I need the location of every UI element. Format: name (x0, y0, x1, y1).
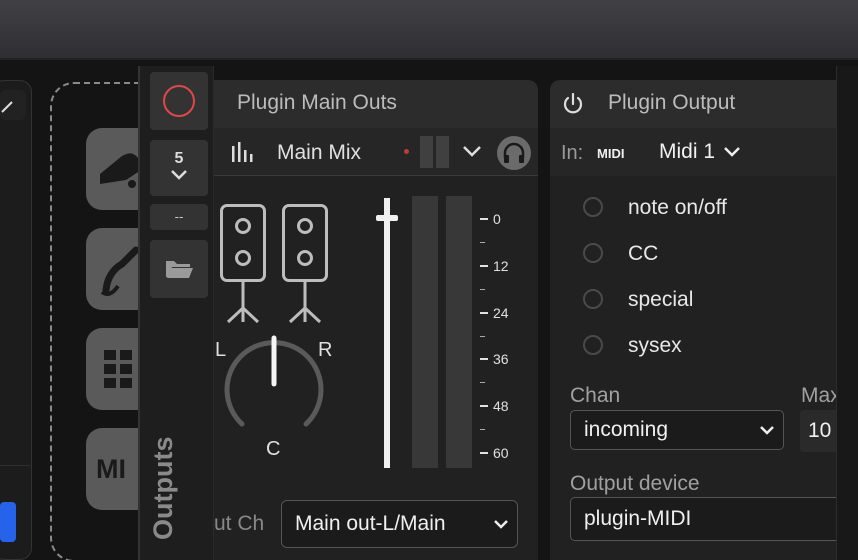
mix-dropdown-chevron-icon[interactable] (461, 140, 483, 162)
divider (0, 465, 30, 466)
filter-cc-label: CC (628, 242, 659, 265)
filter-sysex-label: sysex (628, 334, 682, 357)
chevron-down-icon (760, 426, 774, 435)
output-count-dropdown[interactable]: 5 (150, 140, 208, 196)
record-button[interactable] (150, 72, 208, 130)
meter-tick-minor (480, 242, 485, 243)
level-meter-left (412, 196, 438, 468)
open-folder-button[interactable] (150, 240, 208, 298)
meter-tick-label: 24 (493, 305, 509, 321)
meter-tick-label: 48 (493, 398, 509, 414)
meter-tick-minor (480, 289, 485, 290)
left-panel (0, 80, 32, 560)
volume-fader-handle[interactable] (376, 215, 398, 221)
filter-cc-radio[interactable] (583, 243, 603, 263)
mini-meter-right (436, 136, 449, 168)
edit-button[interactable] (0, 90, 26, 120)
max-label: Max (801, 384, 841, 407)
meter-tick-label: 0 (493, 211, 501, 227)
mini-meter-left (420, 136, 433, 168)
chevron-down-icon (494, 520, 508, 529)
right-edge-panel (836, 66, 858, 560)
speaker-cone (235, 250, 251, 266)
primary-button[interactable] (0, 502, 16, 542)
output-count-value: 5 (174, 150, 184, 167)
meter-tick (480, 405, 488, 407)
volume-fader-track[interactable] (384, 198, 390, 468)
filter-note-radio[interactable] (583, 197, 603, 217)
folder-icon (166, 261, 193, 278)
channel-select[interactable]: incoming (570, 410, 784, 450)
out-channel-value: Main out-L/Main (295, 512, 446, 535)
midi-input-select[interactable]: Midi 1 (659, 140, 741, 164)
headphones-button[interactable] (497, 136, 531, 170)
midi-icon: MI (96, 454, 126, 484)
filter-special-label: special (628, 288, 694, 311)
meter-tick-label: 12 (493, 258, 509, 274)
speaker-stands (226, 282, 322, 324)
pan-knob[interactable] (222, 334, 326, 434)
main-outs-title: Plugin Main Outs (237, 91, 397, 114)
speaker-left[interactable] (220, 204, 266, 282)
filter-sysex-radio[interactable] (583, 335, 603, 355)
output-device-label: Output device (570, 472, 700, 495)
mixer-bars-icon (232, 142, 253, 162)
filter-special-radio[interactable] (583, 289, 603, 309)
level-indicator-dot (404, 149, 409, 154)
record-icon (163, 85, 195, 117)
pan-center-label: C (266, 438, 281, 460)
preset-button[interactable]: -- (150, 204, 208, 230)
meter-tick (480, 358, 488, 360)
chevron-down-icon (724, 147, 740, 157)
chevron-down-icon (171, 170, 187, 180)
power-icon[interactable] (562, 93, 584, 115)
midi-badge: MIDI (597, 146, 625, 161)
meter-tick-label: 36 (493, 351, 509, 367)
mix-name: Main Mix (277, 141, 362, 164)
speaker-cone (297, 218, 313, 234)
pencil-icon (1, 101, 13, 113)
meter-tick (480, 218, 488, 220)
speaker-cone (297, 250, 313, 266)
input-label: In: (561, 142, 584, 164)
top-bar (0, 0, 858, 60)
channel-label: Chan (570, 384, 621, 407)
speaker-right[interactable] (282, 204, 328, 282)
filter-note-label: note on/off (628, 196, 727, 219)
meter-tick-minor (480, 429, 485, 430)
midi-input-value: Midi 1 (659, 140, 716, 163)
max-input[interactable]: 10 (800, 410, 840, 452)
level-meter-right (446, 196, 472, 468)
output-device-input[interactable]: plugin-MIDI (570, 497, 850, 541)
channel-value: incoming (584, 418, 669, 441)
headphones-icon (503, 142, 525, 163)
meter-tick-minor (480, 382, 485, 383)
meter-tick-minor (480, 336, 485, 337)
plugin-output-title: Plugin Output (608, 91, 736, 114)
out-channel-label: ut Ch (214, 512, 265, 535)
outputs-label: Outputs (148, 436, 178, 540)
out-channel-select[interactable]: Main out-L/Main (281, 500, 518, 548)
meter-tick (480, 265, 488, 267)
meter-tick (480, 452, 488, 454)
speaker-cone (235, 218, 251, 234)
meter-tick (480, 312, 488, 314)
main-outs-toolbar (214, 128, 538, 176)
meter-tick-label: 60 (493, 445, 509, 461)
